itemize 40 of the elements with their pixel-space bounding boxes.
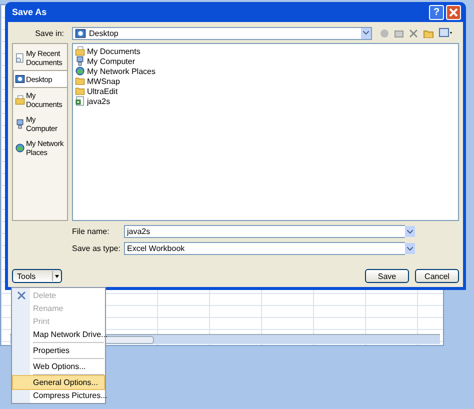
help-button[interactable]: ? bbox=[429, 4, 444, 20]
save-as-type-dropdown[interactable]: Excel Workbook bbox=[124, 242, 405, 255]
up-folder-icon[interactable] bbox=[394, 28, 404, 38]
computer-icon bbox=[75, 56, 85, 66]
window-title: Save As bbox=[12, 7, 48, 17]
views-icon[interactable] bbox=[439, 28, 453, 38]
menu-item[interactable]: Properties bbox=[13, 344, 104, 357]
close-icon bbox=[449, 8, 458, 16]
file-name-label: File name: bbox=[72, 227, 110, 236]
save-in-label: Save in: bbox=[34, 28, 64, 38]
save-as-type-label: Save as type: bbox=[72, 244, 122, 253]
recent-documents-icon bbox=[15, 53, 25, 63]
file-name[interactable]: java2s bbox=[87, 96, 110, 106]
save-in-value: Desktop bbox=[89, 28, 118, 38]
file-name[interactable]: My Computer bbox=[87, 56, 136, 66]
tools-button[interactable]: Tools bbox=[12, 269, 62, 283]
folder-document-icon bbox=[15, 95, 25, 105]
file-name-field[interactable]: java2s bbox=[124, 225, 405, 238]
save-in-dropdown[interactable]: Desktop bbox=[72, 26, 372, 40]
menu-item[interactable]: Web Options... bbox=[13, 360, 104, 373]
save-button[interactable]: Save bbox=[365, 269, 409, 283]
workbook-icon bbox=[75, 96, 85, 106]
new-folder-icon[interactable] bbox=[423, 28, 434, 38]
menu-item[interactable]: General Options... bbox=[13, 376, 104, 389]
folder-document-icon bbox=[75, 46, 85, 56]
close-button[interactable] bbox=[446, 4, 461, 20]
network-icon bbox=[75, 66, 85, 76]
delete-icon[interactable] bbox=[409, 28, 418, 38]
desktop-icon bbox=[75, 28, 86, 38]
network-icon bbox=[15, 143, 25, 153]
delete-icon bbox=[17, 291, 26, 300]
file-name[interactable]: UltraEdit bbox=[87, 86, 118, 96]
computer-icon bbox=[15, 119, 25, 129]
file-name[interactable]: My Documents bbox=[87, 46, 140, 56]
desktop-icon bbox=[15, 74, 25, 84]
cancel-button[interactable]: Cancel bbox=[415, 269, 459, 283]
file-name[interactable]: MWSnap bbox=[87, 76, 120, 86]
menu-item[interactable]: Compress Pictures... bbox=[13, 389, 104, 402]
caret-icon bbox=[55, 274, 59, 278]
file-name[interactable]: My Network Places bbox=[87, 66, 156, 76]
